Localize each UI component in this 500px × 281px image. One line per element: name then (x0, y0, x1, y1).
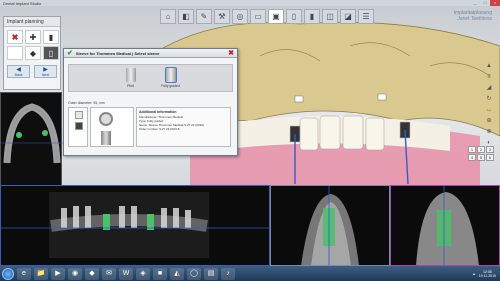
patient-info: Implantatplanung Janet Teethless (454, 10, 492, 22)
mail-icon[interactable]: ✉ (102, 267, 116, 280)
pan-tool-icon[interactable]: ↔ (483, 106, 495, 114)
cross-section-view[interactable] (270, 185, 390, 266)
orientation-cubes: 1 2 3 4 5 6 (468, 146, 494, 161)
app-icon-3[interactable]: ■ (153, 267, 167, 280)
up-tool-icon[interactable]: ▲ (483, 62, 495, 70)
axial-arch-view[interactable] (0, 92, 63, 187)
guided-sleeve-icon (164, 67, 177, 83)
delete-implant-button[interactable]: ✖ (7, 30, 23, 44)
zoom-in-tool-icon[interactable]: ⊕ (483, 117, 495, 125)
word-icon[interactable]: W (119, 267, 133, 280)
patient-name: Janet Teethless (457, 16, 492, 22)
sleeve-options: Outer diameter: 95, mm Additional inform… (68, 101, 231, 151)
empty-slot (7, 46, 23, 60)
additional-info: Additional information Manufacturer: Tho… (136, 107, 231, 147)
media-icon[interactable]: ▶ (51, 267, 65, 280)
system-tray: ▲ 12:08 19.11.2019 (472, 270, 500, 278)
info-title: Additional information (139, 110, 177, 114)
sleeve-preview (90, 107, 134, 147)
sleeve-option-pilot[interactable]: Pilot (120, 68, 142, 91)
view-cube-3[interactable]: 3 (486, 146, 494, 153)
3d-viewport[interactable]: ⌂ ◧ ✎ ⚒ ◎ ▭ ▣ ▯ ▮ ◫ ◪ ☰ Implantatplanung… (0, 6, 500, 185)
start-button[interactable] (2, 267, 14, 280)
sleeve-option-fully-guided[interactable]: Fully guided (160, 67, 182, 91)
main-toolbar: ⌂ ◧ ✎ ⚒ ◎ ▭ ▣ ▯ ▮ ◫ ◪ ☰ (160, 9, 374, 25)
network-icon[interactable]: ▲ (472, 272, 475, 276)
view-cube-4[interactable]: 4 (468, 154, 476, 161)
window-title: Dental Implant Studio (3, 0, 42, 6)
pilot-sleeve-icon (125, 68, 136, 82)
next-button[interactable]: ▶ Next (34, 65, 57, 78)
diameter-option-small[interactable] (75, 111, 83, 119)
music-icon[interactable]: ♪ (221, 267, 235, 280)
layout-tool[interactable]: ▭ (250, 9, 266, 24)
browser-icon[interactable]: e (17, 267, 31, 280)
dialog-close-icon[interactable]: ✖ (228, 49, 234, 57)
dialog-header: ✔ Sleeve for Thommen Medical | Select sl… (64, 49, 237, 58)
app-icon-1[interactable]: ◆ (85, 267, 99, 280)
crown-button[interactable]: ◆ (25, 46, 41, 60)
panel-title: Implant planning (4, 17, 60, 27)
confirm-check-icon[interactable]: ✔ (67, 49, 73, 57)
axial-slice-view[interactable] (390, 185, 500, 266)
implant-planning-panel: Implant planning ✖ ✚ ▮ ◆ ▯ ◀ Back ▶ Next (3, 16, 61, 90)
guide-tool[interactable]: ▮ (304, 9, 320, 24)
view-cube-5[interactable]: 5 (477, 154, 485, 161)
zoom-out-tool-icon[interactable]: ⊗ (483, 128, 495, 136)
sleeve-dialog: ✔ Sleeve for Thommen Medical | Select sl… (63, 48, 238, 156)
folder-icon[interactable]: 📁 (34, 267, 48, 280)
sleeve-selector: Pilot Fully guided (68, 64, 233, 92)
implant-shape-button[interactable]: ▮ (43, 30, 59, 44)
panel-tool[interactable]: ◪ (340, 9, 356, 24)
view-cube-1[interactable]: 1 (468, 146, 476, 153)
app-icon-2[interactable]: ◈ (136, 267, 150, 280)
dialog-title: Sleeve for Thommen Medical | Select slee… (75, 50, 160, 56)
view-cube-6[interactable]: 6 (486, 154, 494, 161)
right-tool-column: ▲ ≡ ◢ ↻ ↔ ⊕ ⊗ ◐ (483, 62, 495, 147)
split-view-tool[interactable]: ◫ (322, 9, 338, 24)
view-tool[interactable]: ◧ (178, 9, 194, 24)
back-button[interactable]: ◀ Back (7, 65, 30, 78)
clock-date: 19.11.2019 (478, 273, 496, 278)
slice-views (0, 185, 500, 266)
app-window: Dental Implant Studio _ □ × ⌂ ◧ ✎ ⚒ ◎ ▭ … (0, 0, 500, 281)
taskbar: e 📁 ▶ ◉ ◆ ✉ W ◈ ■ ◭ ◯ ▤ ♪ ▲ 12:08 19.11.… (0, 266, 500, 281)
layers-tool-icon[interactable]: ≡ (483, 73, 495, 81)
info-order-number: Order number: 9.27.23.0016.8 (139, 127, 180, 131)
chrome-icon[interactable]: ◉ (68, 267, 82, 280)
diameter-selector (68, 107, 88, 147)
rotate-tool-icon[interactable]: ↻ (483, 95, 495, 103)
implant-tool[interactable]: ▣ (268, 9, 284, 24)
cut-tool-icon[interactable]: ◢ (483, 84, 495, 92)
sleeve-top-view-icon (99, 112, 113, 126)
add-implant-button[interactable]: ✚ (25, 30, 41, 44)
sleeve-side-view-icon (101, 131, 111, 145)
diameter-label: Outer diameter: 95, mm (68, 101, 105, 105)
measure-tool[interactable]: ◎ (232, 9, 248, 24)
sleeve-button[interactable]: ▯ (43, 46, 59, 60)
app-icon-4[interactable]: ◭ (170, 267, 184, 280)
diameter-option-large[interactable] (75, 122, 83, 130)
home-tool[interactable]: ⌂ (160, 9, 176, 24)
view-cube-2[interactable]: 2 (477, 146, 485, 153)
menu-tool[interactable]: ☰ (358, 9, 374, 24)
build-tool[interactable]: ⚒ (214, 9, 230, 24)
sleeve-tool[interactable]: ▯ (286, 9, 302, 24)
app-icon-5[interactable]: ◯ (187, 267, 201, 280)
app-icon-6[interactable]: ▤ (204, 267, 218, 280)
clock[interactable]: 12:08 19.11.2019 (479, 270, 496, 278)
panoramic-slice-view[interactable] (0, 185, 270, 266)
draw-tool[interactable]: ✎ (196, 9, 212, 24)
